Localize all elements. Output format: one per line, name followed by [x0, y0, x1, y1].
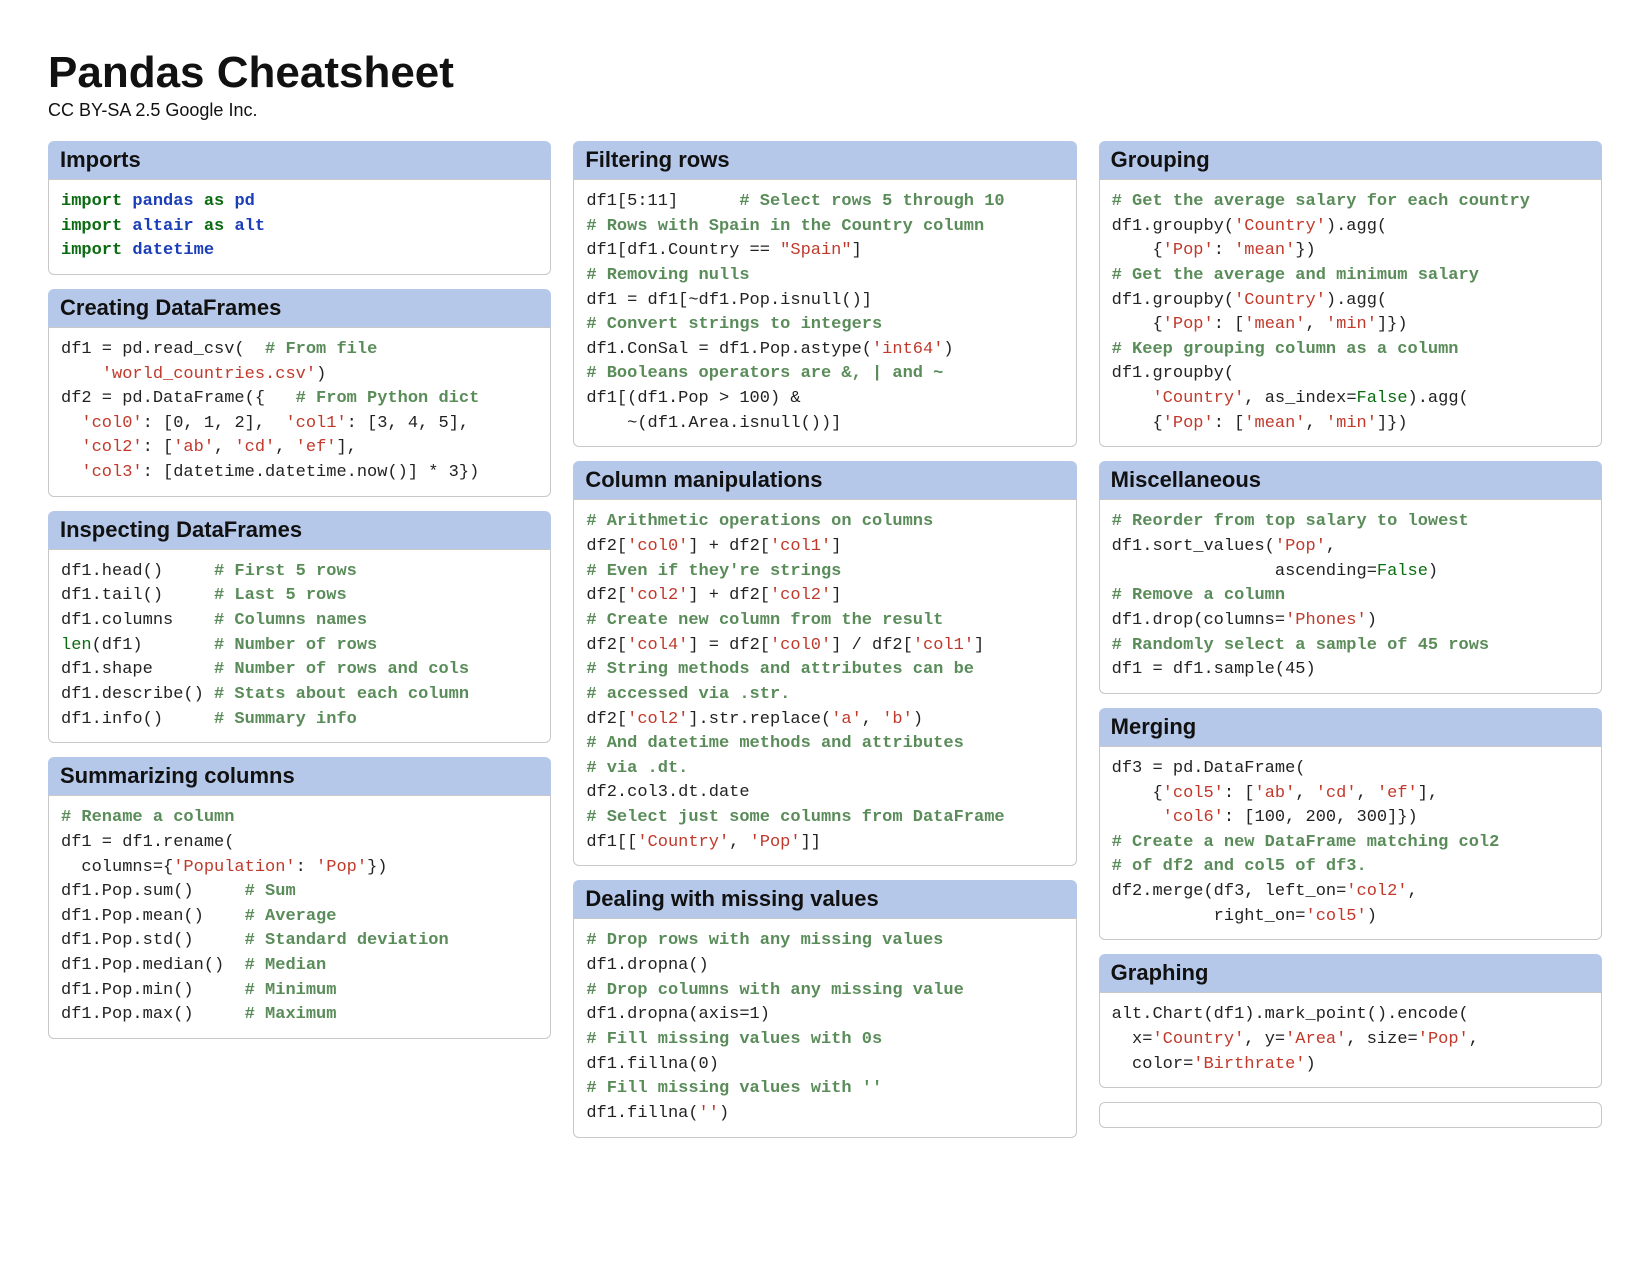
- code-missing: # Drop rows with any missing values df1.…: [573, 918, 1076, 1137]
- section-header-graphing: Graphing: [1099, 954, 1602, 992]
- section-misc: Miscellaneous # Reorder from top salary …: [1099, 461, 1602, 693]
- section-summarizing: Summarizing columns # Rename a column df…: [48, 757, 551, 1039]
- column-1: Imports import pandas as pd import altai…: [48, 141, 551, 1039]
- section-header-grouping: Grouping: [1099, 141, 1602, 179]
- section-creating: Creating DataFrames df1 = pd.read_csv( #…: [48, 289, 551, 497]
- code-filtering: df1[5:11] # Select rows 5 through 10 # R…: [573, 179, 1076, 447]
- code-imports: import pandas as pd import altair as alt…: [48, 179, 551, 275]
- section-header-imports: Imports: [48, 141, 551, 179]
- code-graphing: alt.Chart(df1).mark_point().encode( x='C…: [1099, 992, 1602, 1088]
- section-header-inspecting: Inspecting DataFrames: [48, 511, 551, 549]
- code-misc: # Reorder from top salary to lowest df1.…: [1099, 499, 1602, 693]
- section-header-creating: Creating DataFrames: [48, 289, 551, 327]
- code-creating: df1 = pd.read_csv( # From file 'world_co…: [48, 327, 551, 497]
- section-columns: Column manipulations # Arithmetic operat…: [573, 461, 1076, 866]
- section-header-misc: Miscellaneous: [1099, 461, 1602, 499]
- empty-box: [1099, 1102, 1602, 1128]
- license-subtitle: CC BY-SA 2.5 Google Inc.: [48, 100, 1602, 121]
- section-header-columns: Column manipulations: [573, 461, 1076, 499]
- code-summarizing: # Rename a column df1 = df1.rename( colu…: [48, 795, 551, 1039]
- section-graphing: Graphing alt.Chart(df1).mark_point().enc…: [1099, 954, 1602, 1088]
- section-merging: Merging df3 = pd.DataFrame( {'col5': ['a…: [1099, 708, 1602, 940]
- section-missing: Dealing with missing values # Drop rows …: [573, 880, 1076, 1137]
- code-merging: df3 = pd.DataFrame( {'col5': ['ab', 'cd'…: [1099, 746, 1602, 940]
- section-grouping: Grouping # Get the average salary for ea…: [1099, 141, 1602, 447]
- section-inspecting: Inspecting DataFrames df1.head() # First…: [48, 511, 551, 743]
- columns-container: Imports import pandas as pd import altai…: [48, 141, 1602, 1138]
- section-header-merging: Merging: [1099, 708, 1602, 746]
- column-2: Filtering rows df1[5:11] # Select rows 5…: [573, 141, 1076, 1138]
- column-3: Grouping # Get the average salary for ea…: [1099, 141, 1602, 1128]
- page-title: Pandas Cheatsheet: [48, 48, 1602, 98]
- code-inspecting: df1.head() # First 5 rows df1.tail() # L…: [48, 549, 551, 743]
- section-header-filtering: Filtering rows: [573, 141, 1076, 179]
- section-filtering: Filtering rows df1[5:11] # Select rows 5…: [573, 141, 1076, 447]
- section-header-summarizing: Summarizing columns: [48, 757, 551, 795]
- code-grouping: # Get the average salary for each countr…: [1099, 179, 1602, 447]
- code-columns: # Arithmetic operations on columns df2['…: [573, 499, 1076, 866]
- section-header-missing: Dealing with missing values: [573, 880, 1076, 918]
- section-imports: Imports import pandas as pd import altai…: [48, 141, 551, 275]
